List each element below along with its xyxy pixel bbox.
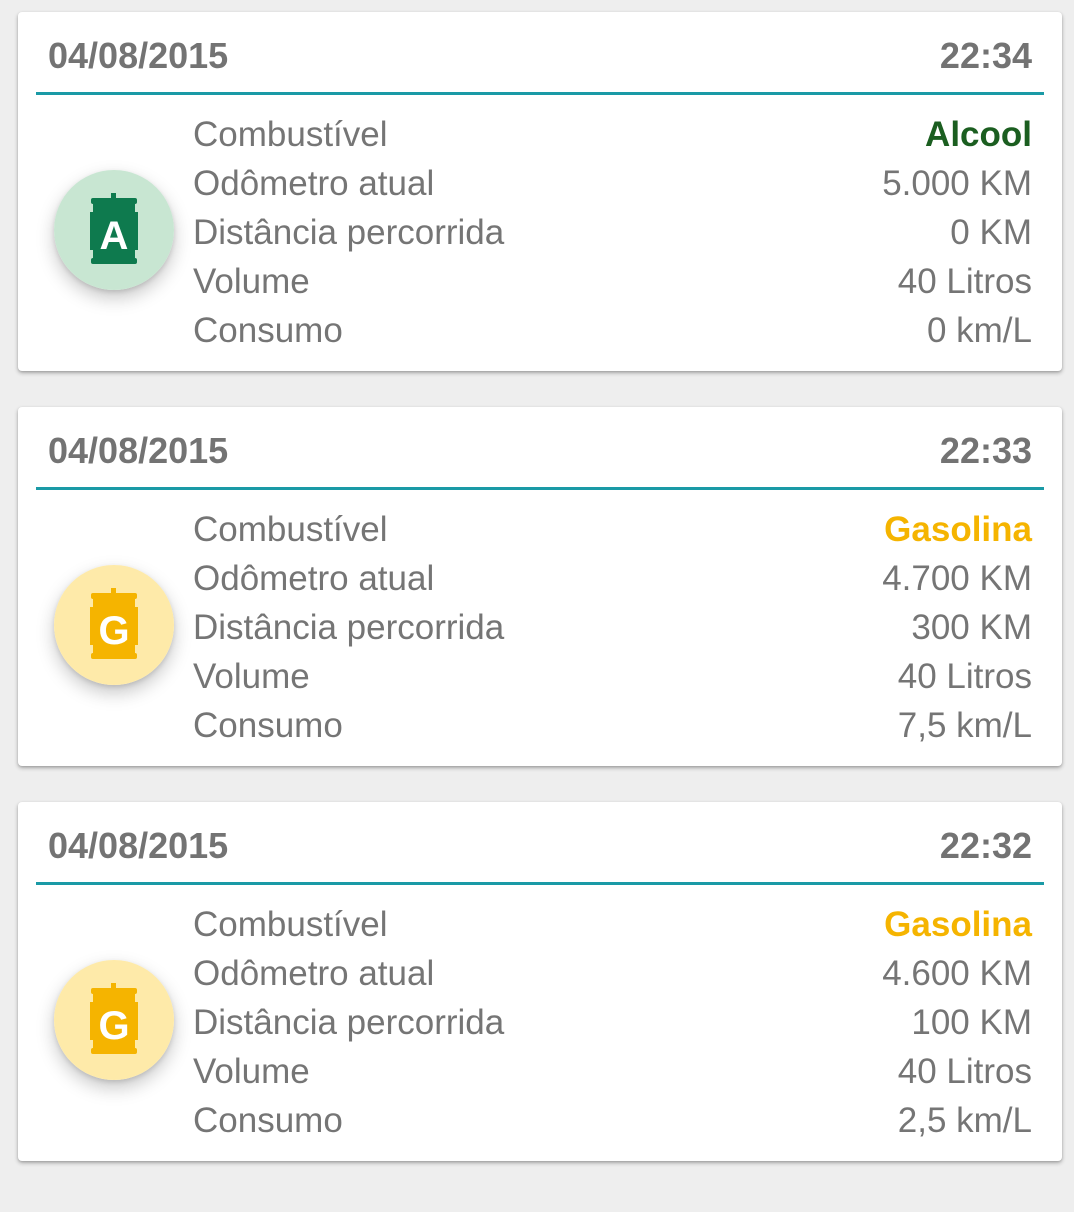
fuel-value: Alcool xyxy=(925,115,1032,154)
fuel-label: Combustível xyxy=(193,115,388,154)
odometer-label: Odômetro atual xyxy=(193,164,435,203)
entry-date: 04/08/2015 xyxy=(48,825,229,866)
consumption-label: Consumo xyxy=(193,1101,343,1140)
odometer-value: 5.000 KM xyxy=(882,164,1032,203)
fuel-can-gasolina-icon: G xyxy=(54,565,174,685)
card-header: 04/08/2015 22:32 xyxy=(36,802,1044,885)
odometer-row: Odômetro atual 5.000 KM xyxy=(193,159,1032,208)
consumption-value: 0 km/L xyxy=(926,311,1032,350)
fuel-value: Gasolina xyxy=(884,510,1032,549)
card-header: 04/08/2015 22:33 xyxy=(36,407,1044,490)
fuel-can-gasolina-icon: G xyxy=(54,960,174,1080)
distance-row: Distância percorrida 0 KM xyxy=(193,208,1032,257)
refuel-card[interactable]: 04/08/2015 22:34 A Combustível Alcool Od… xyxy=(18,12,1062,371)
fuel-value: Gasolina xyxy=(884,905,1032,944)
volume-label: Volume xyxy=(193,262,310,301)
distance-row: Distância percorrida 100 KM xyxy=(193,998,1032,1047)
distance-row: Distância percorrida 300 KM xyxy=(193,603,1032,652)
distance-label: Distância percorrida xyxy=(193,213,505,252)
distance-label: Distância percorrida xyxy=(193,608,505,647)
consumption-row: Consumo 2,5 km/L xyxy=(193,1096,1032,1145)
odometer-label: Odômetro atual xyxy=(193,559,435,598)
fuel-can-alcool-icon: A xyxy=(54,170,174,290)
consumption-row: Consumo 7,5 km/L xyxy=(193,701,1032,750)
consumption-row: Consumo 0 km/L xyxy=(193,306,1032,355)
fuel-row: Combustível Gasolina xyxy=(193,505,1032,554)
svg-text:G: G xyxy=(98,609,129,653)
consumption-label: Consumo xyxy=(193,706,343,745)
refuel-card[interactable]: 04/08/2015 22:32 G Combustível Gasolina … xyxy=(18,802,1062,1161)
consumption-value: 7,5 km/L xyxy=(897,706,1032,745)
odometer-value: 4.700 KM xyxy=(882,559,1032,598)
volume-value: 40 Litros xyxy=(897,657,1032,696)
distance-value: 0 KM xyxy=(950,213,1032,252)
volume-value: 40 Litros xyxy=(897,1052,1032,1091)
entry-time: 22:33 xyxy=(939,430,1032,471)
entry-date: 04/08/2015 xyxy=(48,430,229,471)
odometer-label: Odômetro atual xyxy=(193,954,435,993)
distance-label: Distância percorrida xyxy=(193,1003,505,1042)
distance-value: 300 KM xyxy=(911,608,1032,647)
volume-row: Volume 40 Litros xyxy=(193,1047,1032,1096)
consumption-label: Consumo xyxy=(193,311,343,350)
card-header: 04/08/2015 22:34 xyxy=(36,12,1044,95)
fuel-label: Combustível xyxy=(193,905,388,944)
fuel-row: Combustível Alcool xyxy=(193,110,1032,159)
refuel-card[interactable]: 04/08/2015 22:33 G Combustível Gasolina … xyxy=(18,407,1062,766)
distance-value: 100 KM xyxy=(911,1003,1032,1042)
volume-value: 40 Litros xyxy=(897,262,1032,301)
entry-date: 04/08/2015 xyxy=(48,35,229,76)
entry-time: 22:34 xyxy=(939,35,1032,76)
odometer-row: Odômetro atual 4.700 KM xyxy=(193,554,1032,603)
volume-row: Volume 40 Litros xyxy=(193,652,1032,701)
svg-text:A: A xyxy=(100,214,129,258)
volume-label: Volume xyxy=(193,657,310,696)
svg-text:G: G xyxy=(98,1004,129,1048)
fuel-row: Combustível Gasolina xyxy=(193,900,1032,949)
volume-row: Volume 40 Litros xyxy=(193,257,1032,306)
odometer-row: Odômetro atual 4.600 KM xyxy=(193,949,1032,998)
odometer-value: 4.600 KM xyxy=(882,954,1032,993)
volume-label: Volume xyxy=(193,1052,310,1091)
fuel-label: Combustível xyxy=(193,510,388,549)
entry-time: 22:32 xyxy=(939,825,1032,866)
consumption-value: 2,5 km/L xyxy=(897,1101,1032,1140)
